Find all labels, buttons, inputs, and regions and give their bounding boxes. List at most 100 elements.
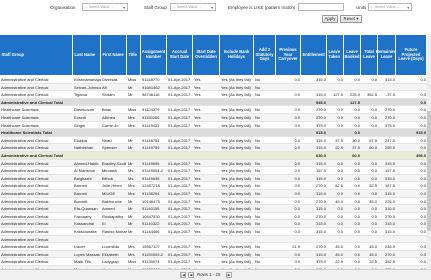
cell-future-projected-leave: 0.0 xyxy=(420,137,426,143)
column-header-future-projected-leave[interactable]: Future Projected Leave (Days) xyxy=(396,35,427,75)
employee-input[interactable] xyxy=(298,3,344,11)
column-header-previous-year-carryover[interactable]: Previous Year Carryover xyxy=(276,35,301,75)
cell-leave-taken xyxy=(327,99,344,107)
column-header-remaining-leave[interactable]: Remaining Leave xyxy=(376,35,397,75)
cell-future-projected-leave: 0.0 xyxy=(420,107,426,113)
first-page-button[interactable]: |◀ xyxy=(180,272,186,278)
column-header-include-bank-holidays[interactable]: Include Bank Holidays xyxy=(220,35,254,75)
table-row[interactable]: Healthcare Scientists Dashkovan Brian Miss 9… xyxy=(0,106,431,114)
cell-include-bank-holidays: Yes (As they fall) xyxy=(221,84,251,90)
cell-staff-group: Administrative and Clerical xyxy=(1,92,49,98)
cell-future-projected-leave: 0.0 xyxy=(420,251,426,257)
cell-first-name: El xyxy=(102,221,106,227)
staff-group-select[interactable]: -- Select Value -- ▼ xyxy=(170,3,216,11)
column-header-first-name[interactable]: First Name xyxy=(101,35,127,75)
cell-leave-booked: 0.0 xyxy=(354,77,360,82)
table-row[interactable]: Administrative and Clerical Tigania Shdam M… xyxy=(0,91,431,99)
cell-assignment-number: 12457218 xyxy=(142,183,160,189)
cell-accrual-start-date xyxy=(167,99,193,107)
table-row[interactable]: Administrative and Clerical Kassandrai El M… xyxy=(0,220,431,228)
table-row[interactable]: Administrative and Clerical Ahmed-Habib Br… xyxy=(0,159,431,168)
chevron-down-icon: ▼ xyxy=(406,6,410,10)
table-row[interactable]: Administrative and Clerical Balghashi Bilh… xyxy=(0,174,431,183)
table-row[interactable]: Healthcare Scientists Singer Carrie-Jo Mrs 9… xyxy=(0,122,431,130)
cell-leave-taken: 22.5 xyxy=(335,259,343,265)
cell-total-leave: 0.0 xyxy=(371,122,377,128)
table-row[interactable]: Administrative and Clerical Selvan-Johnso… xyxy=(0,83,431,92)
scrollbar-thumb[interactable] xyxy=(427,111,431,231)
group-total-row[interactable]: Administrative and Clerical Total 630.0 60… xyxy=(0,152,431,160)
cell-leave-taken: 22.5 xyxy=(335,145,343,151)
cell-accrual-start-date: 01-Apr-2017 xyxy=(168,160,191,166)
group-total-row[interactable]: Healthcare Scientists Total 915.0 0.0 915.0 xyxy=(0,129,431,137)
cell-staff-group: Administrative and Clerical xyxy=(1,77,49,82)
vertical-scrollbar[interactable] xyxy=(427,35,431,269)
cell-start-date-overridden: Yes xyxy=(194,84,201,90)
cell-staff-group: Administrative and Clerical xyxy=(1,84,49,90)
cell-total-leave: 45.0 xyxy=(369,251,377,257)
cell-start-date-overridden: Yes xyxy=(194,77,201,82)
column-header-assignment-number[interactable]: Assignment Number xyxy=(141,35,167,75)
column-header-title[interactable]: Title xyxy=(127,35,141,75)
cell-leave-booked: 0.0 xyxy=(354,122,360,128)
cell-start-date-overridden: Yes xyxy=(194,137,201,143)
group-total-row[interactable]: Administrative and Clerical Total 945.0 12… xyxy=(0,98,431,107)
cell-assignment-number: 91144466 xyxy=(142,229,160,234)
cell-title: Miss xyxy=(128,107,137,113)
cell-future-projected-leave: 0.0 xyxy=(420,115,426,120)
cell-title: Mr xyxy=(128,145,133,151)
column-header-accrual-start-date[interactable]: Accrual Start Date xyxy=(167,35,193,75)
table-row[interactable]: Administrative and Clerical Barnett Julie … xyxy=(0,182,431,190)
cell-first-name: Lucimilda xyxy=(102,244,119,250)
reset-button[interactable]: Reset ▾ xyxy=(340,15,362,23)
cell-accrual-start-date xyxy=(167,129,193,137)
column-header-start-date-overridden[interactable]: Start Date Overridden xyxy=(193,35,220,75)
table-row[interactable]: Administrative and Clerical Al Mansouri Mi… xyxy=(0,167,431,175)
column-header-last-name[interactable]: Last Name xyxy=(73,35,101,75)
apply-button[interactable]: Apply xyxy=(322,15,338,23)
table-row[interactable]: Administrative and Clerical Lopes Massas E… xyxy=(0,250,431,259)
column-header-staff-group[interactable]: Staff Group xyxy=(0,35,73,75)
table-row[interactable]: Administrative and Clerical Barnett MIUGE M… xyxy=(0,190,431,198)
table-row[interactable]: Administrative and Clerical Kriksciunaite… xyxy=(0,228,431,236)
column-header-leave-taken[interactable]: Leave Taken xyxy=(327,35,344,75)
table-row[interactable]: Administrative and Clerical Burckitt Bakho… xyxy=(0,198,431,206)
cell-remaining-leave: 315.0 xyxy=(384,191,395,196)
cell-previous-year-carryover: 21.9 xyxy=(292,244,300,250)
column-header-leave-booked[interactable]: Leave Booked xyxy=(344,35,361,75)
cell-last-name: Burckitt xyxy=(74,198,88,204)
cell-total-leave: 0.0 xyxy=(371,191,377,196)
units-select[interactable]: -- Select Value -- ▼ xyxy=(368,3,412,11)
cell-add-2-statutory-days: No xyxy=(255,122,261,128)
organisation-select[interactable]: -- Select Value -- ▼ xyxy=(82,3,128,11)
table-row[interactable]: Healthcare Scientists Ecsedi Alikhea Mrs 911… xyxy=(0,114,431,122)
column-header-add-2-statutory-days[interactable]: Add 2 Statutory Days xyxy=(254,35,276,75)
units-label: Units xyxy=(356,5,367,10)
cell-first-name: Julie Helen xyxy=(102,183,122,189)
cell-assignment-number: 98746116 xyxy=(142,92,160,98)
column-header-entitlement[interactable]: Entitlement xyxy=(301,35,327,75)
organisation-label: Organisation xyxy=(50,5,76,10)
table-row[interactable]: Administrative and Clerical Efa-Quansan Am… xyxy=(0,205,431,213)
cell-accrual-start-date: 01-Apr-2017 xyxy=(168,259,191,265)
cell-total-leave: 0.0 xyxy=(371,168,377,174)
table-row[interactable]: Administrative and Clerical Faccaany Ruska… xyxy=(0,213,431,221)
cell-first-name: Diversas xyxy=(102,77,118,82)
cell-total-leave: 60.0 xyxy=(369,145,377,151)
table-row[interactable]: Administrative and Clerical Elakkia Nhau Mr… xyxy=(0,137,431,145)
next-page-button[interactable]: ▶ xyxy=(226,272,232,278)
cell-total-leave: 82.5 xyxy=(369,183,377,189)
table-row[interactable]: Administrative and Clerical xyxy=(0,235,431,244)
reset-button-label: Reset xyxy=(343,16,356,21)
previous-page-button[interactable]: ◀ xyxy=(188,272,194,278)
table-row[interactable]: Administrative and Clerical Liacer Lucimil… xyxy=(0,243,431,251)
cell-future-projected-leave: 0.0 xyxy=(420,99,426,105)
cell-total-leave: 0.0 xyxy=(371,160,377,166)
cell-remaining-leave: 352.5 xyxy=(384,259,395,265)
cell-add-2-statutory-days xyxy=(254,152,276,160)
table-row[interactable]: Administrative and Clerical Natheshan Spen… xyxy=(0,144,431,152)
cell-entitlement: 270.0 xyxy=(315,115,326,120)
table-row[interactable]: Administrative and Clerical Krishnamanaja… xyxy=(0,76,431,84)
cell-first-name xyxy=(101,129,127,137)
table-row[interactable]: Administrative and Clerical Malik Tfis Lad… xyxy=(0,258,431,266)
